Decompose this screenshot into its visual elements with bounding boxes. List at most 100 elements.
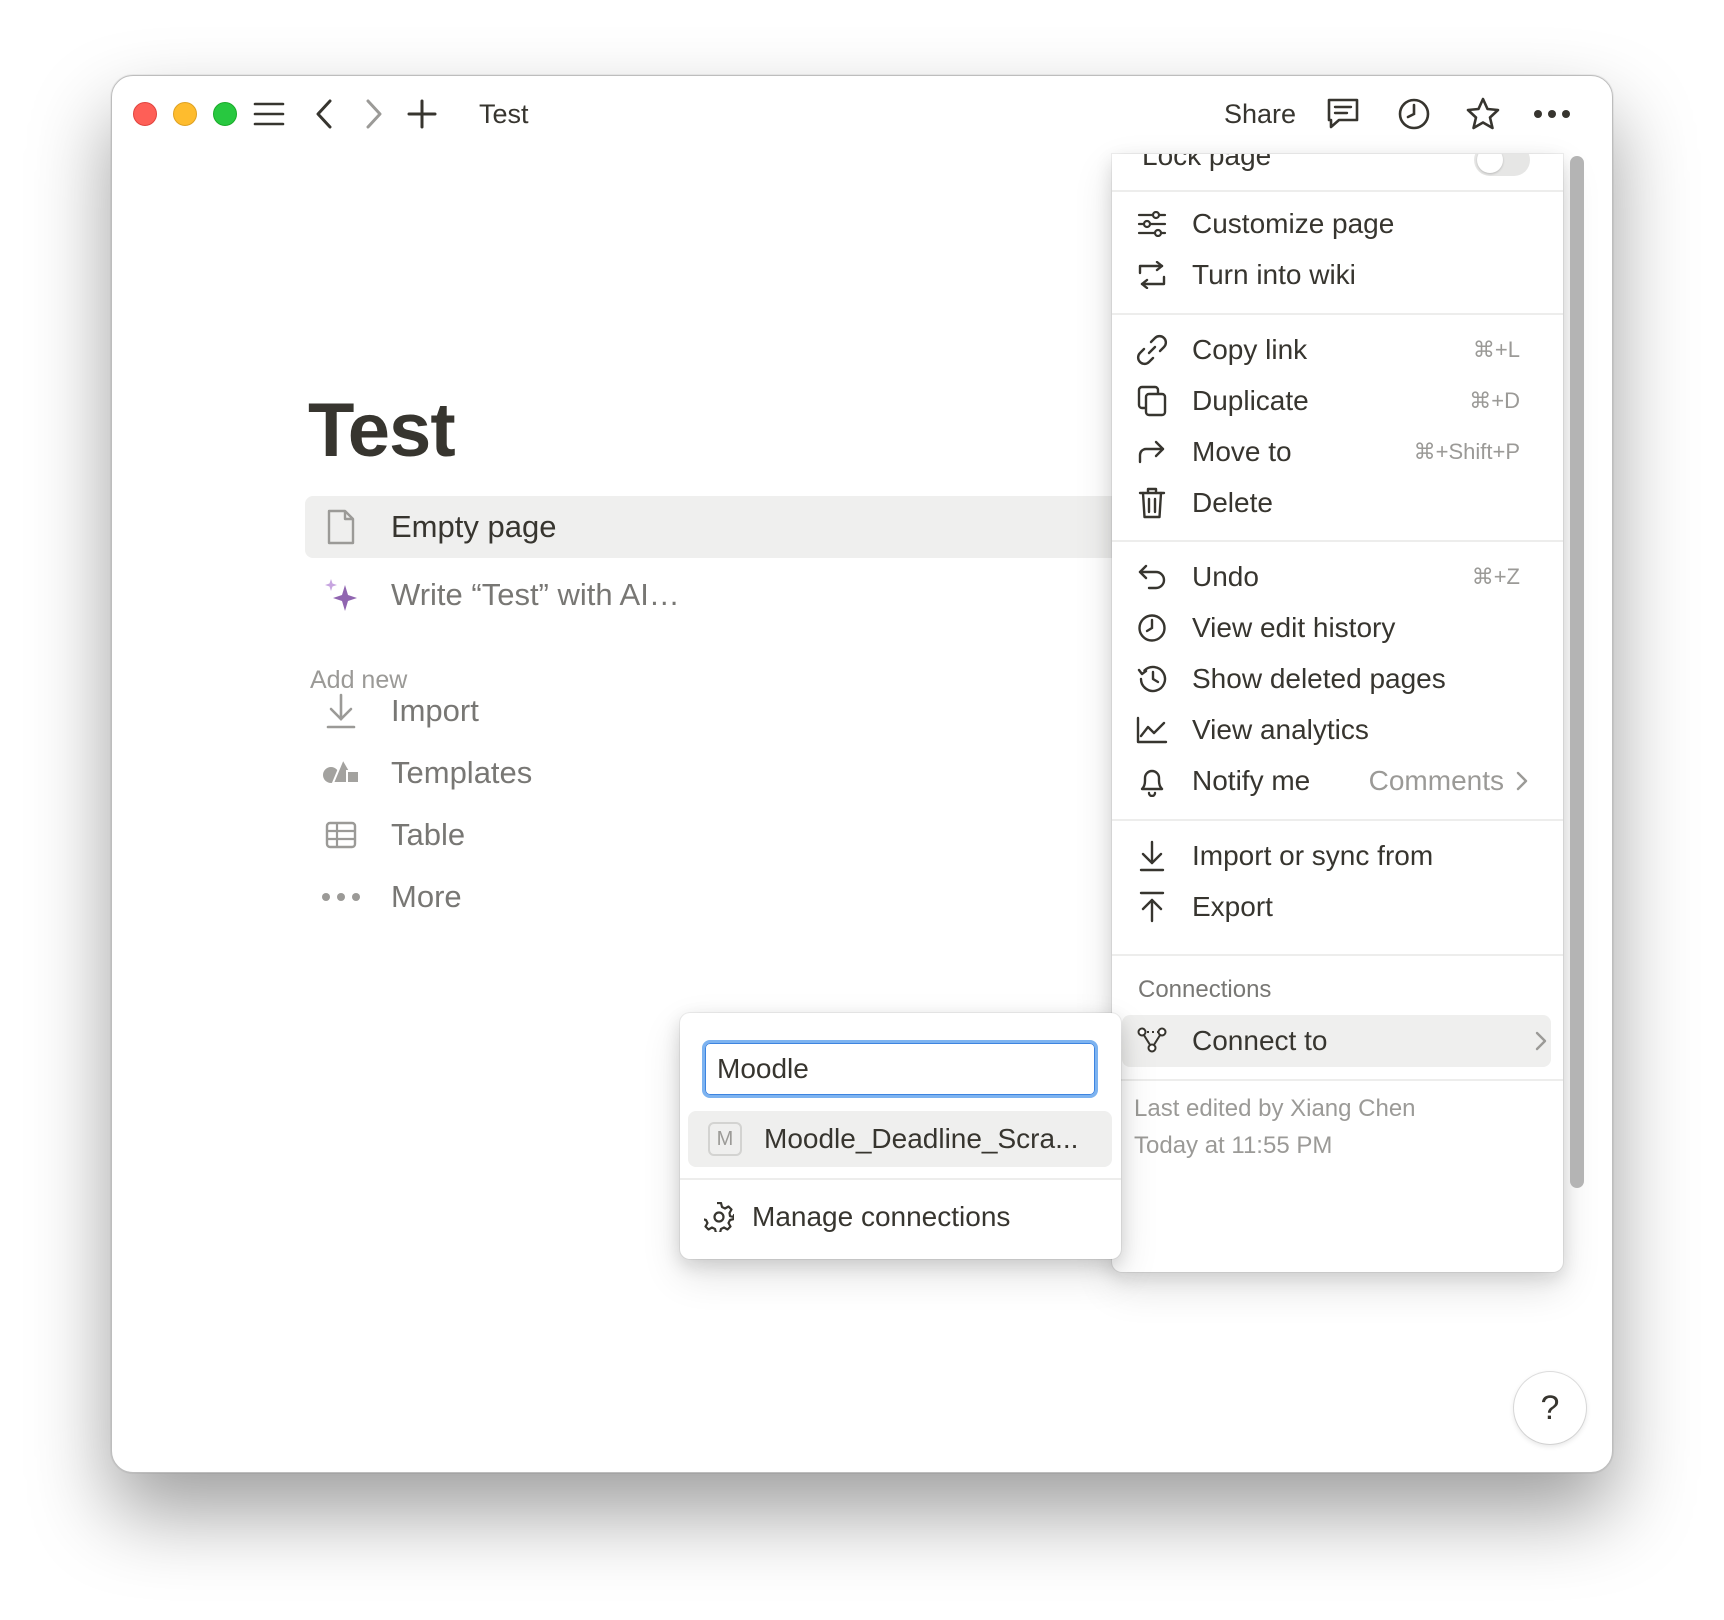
bell-icon <box>1132 761 1172 801</box>
zoom-window-button[interactable] <box>213 102 237 126</box>
sidebar-toggle-icon[interactable] <box>249 94 289 134</box>
forward-icon[interactable] <box>354 94 394 134</box>
connection-search-input[interactable] <box>702 1040 1098 1098</box>
clock-icon <box>1132 608 1172 648</box>
connection-result-label: Moodle_Deadline_Scra... <box>764 1123 1079 1154</box>
export-item[interactable]: Export <box>1132 881 1532 933</box>
import-sync-label: Import or sync from <box>1192 840 1434 871</box>
breadcrumb-page[interactable]: Test <box>479 96 529 132</box>
trash-icon <box>1132 483 1172 523</box>
page-options-menu: Lock page Customize page Turn into wiki <box>1112 154 1563 1272</box>
connections-submenu: M Moodle_Deadline_Scra... Manage connect… <box>680 1013 1121 1259</box>
import-sync-item[interactable]: Import or sync from <box>1132 830 1532 882</box>
back-icon[interactable] <box>304 94 344 134</box>
move-to-item[interactable]: Move to ⌘+Shift+P <box>1132 426 1532 478</box>
restore-clock-icon <box>1132 659 1172 699</box>
more-icon[interactable] <box>1532 94 1572 134</box>
history-icon[interactable] <box>1394 94 1434 134</box>
last-edited-time: Today at 11:55 PM <box>1134 1132 1333 1159</box>
page-title[interactable]: Test <box>308 386 456 476</box>
copy-link-shortcut: ⌘+L <box>1472 337 1520 362</box>
convert-icon <box>1132 255 1172 295</box>
menu-divider <box>1112 540 1563 542</box>
notify-me-value[interactable]: Comments <box>1369 765 1532 797</box>
copy-link-item[interactable]: Copy link ⌘+L <box>1132 324 1532 376</box>
sliders-icon <box>1132 204 1172 244</box>
more-dots-icon <box>321 877 361 917</box>
chevron-right-icon <box>1516 771 1528 791</box>
comments-icon[interactable] <box>1323 94 1363 134</box>
connect-to-item[interactable]: Connect to <box>1122 1015 1551 1067</box>
undo-icon <box>1132 557 1172 597</box>
link-icon <box>1132 330 1172 370</box>
menu-divider <box>1112 313 1563 315</box>
menu-divider <box>1112 954 1563 956</box>
analytics-icon <box>1132 710 1172 750</box>
turn-into-wiki-label: Turn into wiki <box>1192 259 1356 290</box>
manage-connections-label: Manage connections <box>752 1201 1011 1232</box>
table-icon <box>321 815 361 855</box>
write-with-ai-option[interactable]: Write “Test” with AI… <box>305 564 680 626</box>
new-page-icon[interactable] <box>402 94 442 134</box>
share-button[interactable]: Share <box>1224 96 1296 132</box>
last-edited-by: Last edited by Xiang Chen <box>1134 1095 1416 1122</box>
move-to-label: Move to <box>1192 436 1292 467</box>
help-button[interactable]: ? <box>1514 1372 1586 1444</box>
integration-badge: M <box>708 1122 742 1156</box>
add-templates-label: Templates <box>391 755 533 790</box>
turn-into-wiki-item[interactable]: Turn into wiki <box>1132 249 1532 301</box>
view-edit-history-item[interactable]: View edit history <box>1132 602 1532 654</box>
duplicate-icon <box>1132 381 1172 421</box>
move-arrow-icon <box>1132 432 1172 472</box>
add-import-option[interactable]: Import <box>305 680 479 742</box>
close-window-button[interactable] <box>133 102 157 126</box>
ai-sparkle-icon <box>321 575 361 615</box>
download-icon <box>1132 836 1172 876</box>
connection-result-item[interactable]: M Moodle_Deadline_Scra... <box>688 1111 1112 1167</box>
chevron-right-icon <box>1535 1031 1547 1051</box>
add-import-label: Import <box>391 693 479 728</box>
add-table-option[interactable]: Table <box>305 804 465 866</box>
show-deleted-pages-label: Show deleted pages <box>1192 663 1446 694</box>
lock-page-label[interactable]: Lock page <box>1142 154 1271 172</box>
menu-divider <box>1112 819 1563 821</box>
empty-page-option[interactable]: Empty page <box>305 496 1175 558</box>
minimize-window-button[interactable] <box>173 102 197 126</box>
lock-page-toggle[interactable] <box>1474 154 1530 176</box>
app-window: Test Share Test Empty page Write “Test” … <box>111 75 1613 1473</box>
export-label: Export <box>1192 891 1273 922</box>
view-analytics-item[interactable]: View analytics <box>1132 704 1532 756</box>
customize-page-label: Customize page <box>1192 208 1395 239</box>
submenu-divider <box>680 1178 1121 1180</box>
menu-scrollbar[interactable] <box>1570 156 1584 1188</box>
notify-me-item[interactable]: Notify me Comments <box>1132 755 1532 807</box>
add-templates-option[interactable]: Templates <box>305 742 532 804</box>
upload-icon <box>1132 887 1172 927</box>
view-analytics-label: View analytics <box>1192 714 1369 745</box>
undo-shortcut: ⌘+Z <box>1471 564 1520 589</box>
customize-page-item[interactable]: Customize page <box>1132 198 1532 250</box>
move-to-shortcut: ⌘+Shift+P <box>1413 439 1520 464</box>
download-icon <box>321 691 361 731</box>
add-more-label: More <box>391 879 462 914</box>
connections-heading: Connections <box>1138 976 1272 1003</box>
add-table-label: Table <box>391 817 466 852</box>
gear-icon <box>704 1202 734 1232</box>
favorite-icon[interactable] <box>1463 94 1503 134</box>
empty-page-label: Empty page <box>391 509 557 544</box>
title-bar: Test Share <box>112 76 1612 152</box>
delete-label: Delete <box>1192 487 1273 518</box>
undo-label: Undo <box>1192 561 1259 592</box>
menu-divider <box>1112 190 1563 192</box>
connect-to-label: Connect to <box>1192 1025 1328 1056</box>
show-deleted-pages-item[interactable]: Show deleted pages <box>1132 653 1532 705</box>
manage-connections-item[interactable]: Manage connections <box>704 1191 1010 1243</box>
undo-item[interactable]: Undo ⌘+Z <box>1132 551 1532 603</box>
menu-divider <box>1112 1079 1563 1081</box>
duplicate-item[interactable]: Duplicate ⌘+D <box>1132 375 1532 427</box>
view-edit-history-label: View edit history <box>1192 612 1396 643</box>
delete-item[interactable]: Delete <box>1132 477 1532 529</box>
add-more-option[interactable]: More <box>305 866 462 928</box>
connect-to-chevron <box>1535 1031 1551 1051</box>
notify-me-value-label: Comments <box>1368 765 1504 796</box>
